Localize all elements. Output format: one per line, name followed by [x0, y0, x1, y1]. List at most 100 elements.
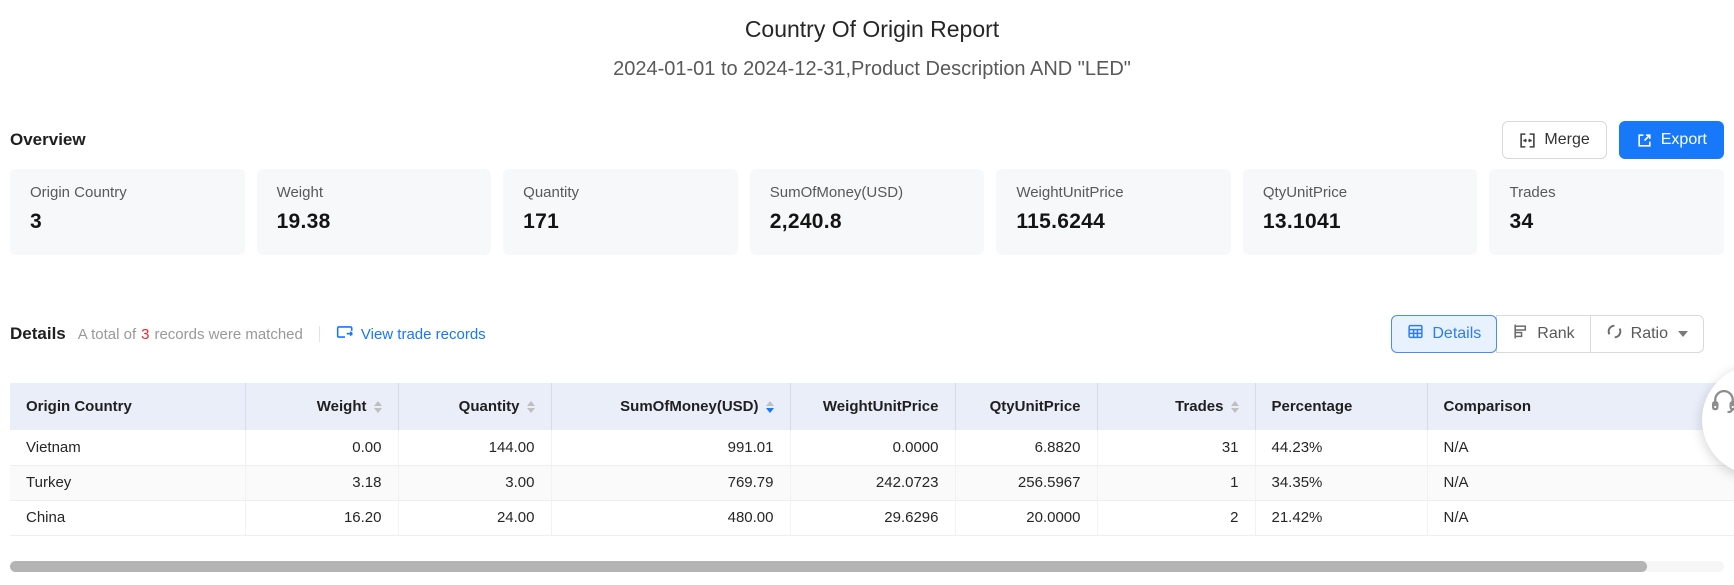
horizontal-scrollbar-track[interactable]	[10, 561, 1724, 572]
cell-trades: 1	[1097, 465, 1255, 500]
column-header-origin-country: Origin Country	[10, 383, 245, 430]
column-header-weight[interactable]: Weight	[245, 383, 398, 430]
vertical-divider	[319, 326, 320, 342]
column-label: Weight	[317, 398, 367, 415]
cell-comparison: N/A	[1427, 465, 1734, 500]
details-summary: Details A total of3records were matched …	[10, 323, 486, 345]
stat-value: 2,240.8	[770, 210, 965, 234]
stat-card-weight-unit-price: WeightUnitPrice 115.6244	[996, 169, 1231, 255]
stat-card-quantity: Quantity 171	[503, 169, 738, 255]
matched-prefix: A total of	[78, 326, 136, 343]
cell-sum-of-money: 991.01	[551, 430, 790, 465]
trade-records-icon	[336, 323, 354, 345]
column-header-sum-of-money[interactable]: SumOfMoney(USD)	[551, 383, 790, 430]
cell-trades: 31	[1097, 430, 1255, 465]
stat-label: WeightUnitPrice	[1016, 184, 1211, 201]
column-header-weight-unit-price: WeightUnitPrice	[790, 383, 955, 430]
matched-suffix: records were matched	[154, 326, 302, 343]
cell-comparison: N/A	[1427, 430, 1734, 465]
cell-weight-unit-price: 0.0000	[790, 430, 955, 465]
column-header-percentage: Percentage	[1255, 383, 1427, 430]
stat-label: Quantity	[523, 184, 718, 201]
table-row-vietnam: Vietnam 0.00 144.00 991.01 0.0000 6.8820…	[10, 430, 1734, 465]
matched-summary: A total of 3 records were matched	[78, 326, 303, 343]
export-button-label: Export	[1661, 131, 1707, 149]
report-page: Country Of Origin Report 2024-01-01 to 2…	[0, 0, 1734, 536]
column-label: Origin Country	[26, 398, 132, 415]
table-row-china: China 16.20 24.00 480.00 29.6296 20.0000…	[10, 500, 1734, 535]
chevron-down-icon	[1678, 331, 1688, 337]
action-buttons: Merge Export	[1502, 121, 1724, 159]
stat-value: 115.6244	[1016, 210, 1211, 234]
cell-qty-unit-price: 20.0000	[955, 500, 1097, 535]
stat-label: Trades	[1509, 184, 1704, 201]
stat-card-qty-unit-price: QtyUnitPrice 13.1041	[1243, 169, 1478, 255]
column-label: Trades	[1175, 398, 1223, 415]
cell-percentage: 34.35%	[1255, 465, 1427, 500]
matched-count: 3	[141, 326, 149, 343]
column-label: SumOfMoney(USD)	[620, 398, 758, 415]
column-label: Percentage	[1272, 398, 1353, 415]
view-mode-rank-label: Rank	[1537, 325, 1574, 343]
view-mode-details-label: Details	[1432, 325, 1481, 343]
sort-toggle-icon[interactable]	[527, 401, 535, 413]
table-header-row: Origin Country Weight Quantity SumOfMone…	[10, 383, 1734, 430]
overview-heading: Overview	[10, 130, 86, 150]
stat-value: 3	[30, 210, 225, 234]
stat-card-trades: Trades 34	[1489, 169, 1724, 255]
cell-sum-of-money: 769.79	[551, 465, 790, 500]
cell-sum-of-money: 480.00	[551, 500, 790, 535]
details-bar: Details A total of3records were matched …	[10, 315, 1734, 353]
stat-value: 34	[1509, 210, 1704, 234]
cell-comparison: N/A	[1427, 500, 1734, 535]
stat-label: Weight	[277, 184, 472, 201]
view-trade-records-link[interactable]: View trade records	[336, 323, 486, 345]
cell-qty-unit-price: 6.8820	[955, 430, 1097, 465]
sort-toggle-icon[interactable]	[374, 401, 382, 413]
merge-button-label: Merge	[1544, 131, 1589, 149]
view-mode-details-button[interactable]: Details	[1391, 315, 1497, 353]
column-label: WeightUnitPrice	[823, 398, 939, 415]
cell-weight: 16.20	[245, 500, 398, 535]
view-trade-records-label: View trade records	[361, 326, 486, 343]
stat-card-sum-of-money: SumOfMoney(USD) 2,240.8	[750, 169, 985, 255]
column-label: QtyUnitPrice	[990, 398, 1081, 415]
view-mode-ratio-button[interactable]: Ratio	[1590, 315, 1704, 353]
cell-weight-unit-price: 29.6296	[790, 500, 955, 535]
page-subtitle: 2024-01-01 to 2024-12-31,Product Descrip…	[10, 58, 1734, 81]
details-table: Origin Country Weight Quantity SumOfMone…	[10, 383, 1734, 536]
cell-weight: 3.18	[245, 465, 398, 500]
ratio-circle-icon	[1606, 323, 1623, 345]
rank-bars-icon	[1512, 323, 1529, 345]
sort-toggle-icon-active-desc[interactable]	[766, 401, 774, 413]
stat-value: 171	[523, 210, 718, 234]
stat-card-weight: Weight 19.38	[257, 169, 492, 255]
view-mode-rank-button[interactable]: Rank	[1496, 315, 1590, 353]
cell-quantity: 144.00	[398, 430, 551, 465]
stat-label: QtyUnitPrice	[1263, 184, 1458, 201]
stat-label: SumOfMoney(USD)	[770, 184, 965, 201]
cell-percentage: 44.23%	[1255, 430, 1427, 465]
stat-card-origin-country: Origin Country 3	[10, 169, 245, 255]
column-header-comparison: Comparison	[1427, 383, 1734, 430]
merge-button[interactable]: Merge	[1502, 121, 1606, 159]
view-mode-ratio-label: Ratio	[1631, 325, 1668, 343]
cell-origin-country: Turkey	[10, 465, 245, 500]
table-row-turkey: Turkey 3.18 3.00 769.79 242.0723 256.596…	[10, 465, 1734, 500]
column-label: Quantity	[459, 398, 520, 415]
stat-value: 13.1041	[1263, 210, 1458, 234]
stat-label: Origin Country	[30, 184, 225, 201]
horizontal-scrollbar-thumb[interactable]	[10, 561, 1647, 572]
stat-value: 19.38	[277, 210, 472, 234]
export-icon	[1636, 132, 1653, 149]
cell-quantity: 3.00	[398, 465, 551, 500]
sort-toggle-icon[interactable]	[1231, 401, 1239, 413]
column-header-trades[interactable]: Trades	[1097, 383, 1255, 430]
export-button[interactable]: Export	[1619, 121, 1724, 159]
details-heading: Details	[10, 324, 66, 344]
cell-qty-unit-price: 256.5967	[955, 465, 1097, 500]
view-mode-switcher: Details Rank Ratio	[1391, 315, 1704, 353]
column-label: Comparison	[1444, 398, 1532, 415]
column-header-quantity[interactable]: Quantity	[398, 383, 551, 430]
cell-trades: 2	[1097, 500, 1255, 535]
